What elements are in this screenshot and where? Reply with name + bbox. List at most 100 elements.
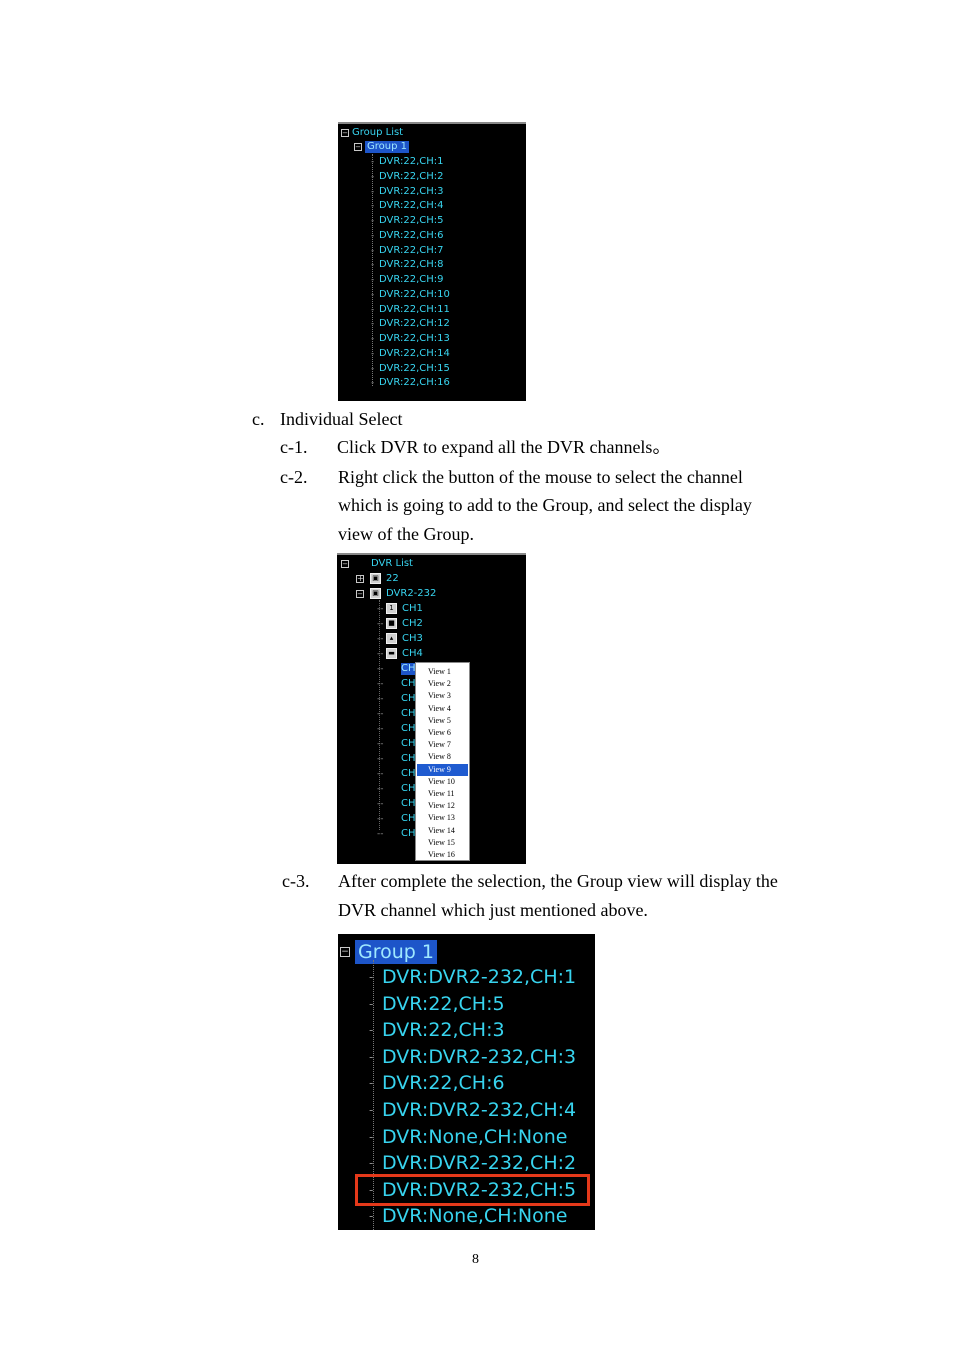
group-list-item[interactable]: DVR:22,CH:1: [379, 156, 444, 168]
group-list-root[interactable]: Group List: [352, 127, 403, 139]
channel-node-truncated[interactable]: CH: [401, 663, 416, 675]
dvr-node-22[interactable]: 22: [386, 573, 399, 585]
step-c3-line: DVR channel which just mentioned above.: [338, 900, 648, 920]
group-view-item[interactable]: DVR:None,CH:None: [382, 1204, 567, 1228]
channel-camera-icon: ■: [386, 618, 397, 629]
menu-item-view[interactable]: View 9: [417, 763, 468, 776]
tree-connector: --: [377, 649, 384, 659]
step-c1-number: c-1.: [280, 437, 308, 457]
group-view-item[interactable]: DVR:DVR2-232,CH:1: [382, 965, 576, 989]
group-view-item[interactable]: DVR:DVR2-232,CH:2: [382, 1151, 576, 1175]
step-c1-line: Click DVR to expand all the DVR channels…: [337, 437, 671, 457]
group-list-item[interactable]: DVR:22,CH:5: [379, 215, 444, 227]
collapse-icon[interactable]: −: [354, 143, 362, 151]
menu-item-view[interactable]: View 5: [417, 715, 468, 727]
group-list-item[interactable]: DVR:22,CH:7: [379, 245, 444, 257]
tree-connector: --: [377, 829, 384, 839]
menu-item-view[interactable]: View 3: [417, 690, 468, 702]
menu-item-view[interactable]: View 14: [417, 825, 468, 837]
channel-node-truncated[interactable]: CH: [401, 798, 416, 810]
channel-node-truncated[interactable]: CH: [401, 768, 416, 780]
menu-item-view[interactable]: View 8: [417, 751, 468, 763]
page-number: 8: [472, 1252, 479, 1267]
menu-item-view[interactable]: View 6: [417, 727, 468, 739]
tree-guide-line: [372, 154, 373, 386]
group-list-item[interactable]: DVR:22,CH:10: [379, 289, 450, 301]
menu-item-view[interactable]: View 10: [417, 776, 468, 788]
channel-node-truncated[interactable]: CH: [401, 708, 416, 720]
channel-node-truncated[interactable]: CH: [401, 813, 416, 825]
menu-item-view[interactable]: View 12: [417, 800, 468, 812]
group-list-item[interactable]: DVR:22,CH:8: [379, 259, 444, 271]
channel-node-truncated[interactable]: CH: [401, 693, 416, 705]
group-list-item[interactable]: DVR:22,CH:4: [379, 200, 444, 212]
group-1-node[interactable]: Group 1: [365, 141, 409, 153]
step-c2-line: Right click the button of the mouse to s…: [338, 467, 743, 487]
tree-connector: --: [377, 814, 384, 824]
group-list-item[interactable]: DVR:22,CH:3: [379, 186, 444, 198]
group-list-item[interactable]: DVR:22,CH:12: [379, 318, 450, 330]
dvr-device-icon: ▣: [370, 588, 381, 599]
group-list-item[interactable]: DVR:22,CH:11: [379, 304, 450, 316]
group-view-item[interactable]: DVR:22,CH:5: [382, 992, 505, 1016]
menu-item-view[interactable]: View 7: [417, 739, 468, 751]
step-c3-number: c-3.: [282, 871, 310, 891]
group-list-item[interactable]: DVR:22,CH:15: [379, 363, 450, 375]
group-view-item[interactable]: DVR:DVR2-232,CH:3: [382, 1045, 576, 1069]
menu-item-view[interactable]: View 2: [417, 678, 468, 690]
channel-node[interactable]: CH4: [402, 648, 423, 660]
group-view-screenshot: − Group 1 - DVR:DVR2-232,CH:1- DVR:22,CH:5…: [338, 934, 595, 1230]
channel-node-truncated[interactable]: CH: [401, 783, 416, 795]
step-c2-line: which is going to add to the Group, and …: [338, 495, 752, 515]
dvr-list-screenshot: − DVR List + ▣ 22 − ▣ DVR2-232 1 CH1 -- ■ CH…: [337, 553, 526, 864]
group-view-item[interactable]: DVR:None,CH:None: [382, 1125, 567, 1149]
channel-camera-icon: 1: [386, 603, 397, 614]
group-view-item[interactable]: DVR:22,CH:6: [382, 1071, 505, 1095]
view-context-menu: View 1 View 2 View 3 View 4 View 5 View 6 View…: [415, 662, 470, 861]
group-list-item[interactable]: DVR:22,CH:13: [379, 333, 450, 345]
collapse-icon[interactable]: −: [340, 947, 350, 957]
tree-connector: --: [377, 604, 384, 614]
step-c2-number: c-2.: [280, 467, 308, 487]
collapse-icon[interactable]: −: [341, 129, 349, 137]
highlight-box: [355, 1174, 590, 1206]
expand-icon[interactable]: +: [356, 575, 364, 583]
tree-connector: --: [377, 709, 384, 719]
channel-node[interactable]: CH3: [402, 633, 423, 645]
menu-item-view[interactable]: View 16: [417, 849, 468, 861]
tree-connector: --: [377, 724, 384, 734]
dvr-node-dvr2-232[interactable]: DVR2-232: [386, 588, 436, 600]
tree-connector: --: [377, 679, 384, 689]
tree-connector: --: [377, 754, 384, 764]
menu-item-view[interactable]: View 4: [417, 703, 468, 715]
channel-node-truncated[interactable]: CH: [401, 738, 416, 750]
tree-connector: --: [377, 784, 384, 794]
channel-camera-icon: ▴: [386, 633, 397, 644]
tree-connector: --: [377, 619, 384, 629]
group-view-item[interactable]: DVR:22,CH:3: [382, 1018, 505, 1042]
step-c3-line: After complete the selection, the Group …: [338, 871, 778, 891]
dvr-list-root[interactable]: DVR List: [371, 558, 413, 570]
menu-item-view[interactable]: View 15: [417, 837, 468, 849]
channel-node-truncated[interactable]: CH: [401, 828, 416, 840]
group-list-item[interactable]: DVR:22,CH:2: [379, 171, 444, 183]
collapse-icon[interactable]: −: [356, 590, 364, 598]
channel-node[interactable]: CH1: [402, 603, 423, 615]
channel-node-truncated[interactable]: CH: [401, 753, 416, 765]
group-view-item[interactable]: DVR:DVR2-232,CH:4: [382, 1098, 576, 1122]
channel-node[interactable]: CH2: [402, 618, 423, 630]
channel-camera-icon: ▬: [386, 648, 397, 659]
menu-item-view[interactable]: View 11: [417, 788, 468, 800]
channel-node-truncated[interactable]: CH: [401, 723, 416, 735]
menu-item-view[interactable]: View 1: [417, 666, 468, 678]
group-list-item[interactable]: DVR:22,CH:14: [379, 348, 450, 360]
channel-node-truncated[interactable]: CH: [401, 678, 416, 690]
group-list-item[interactable]: DVR:22,CH:9: [379, 274, 444, 286]
group-1-node[interactable]: Group 1: [355, 940, 437, 964]
collapse-icon[interactable]: −: [341, 560, 349, 568]
group-list-item[interactable]: DVR:22,CH:6: [379, 230, 444, 242]
menu-item-view[interactable]: View 13: [417, 812, 468, 824]
tree-connector: --: [377, 739, 384, 749]
step-c2-line: view of the Group.: [338, 524, 474, 544]
group-list-item[interactable]: DVR:22,CH:16: [379, 377, 450, 389]
